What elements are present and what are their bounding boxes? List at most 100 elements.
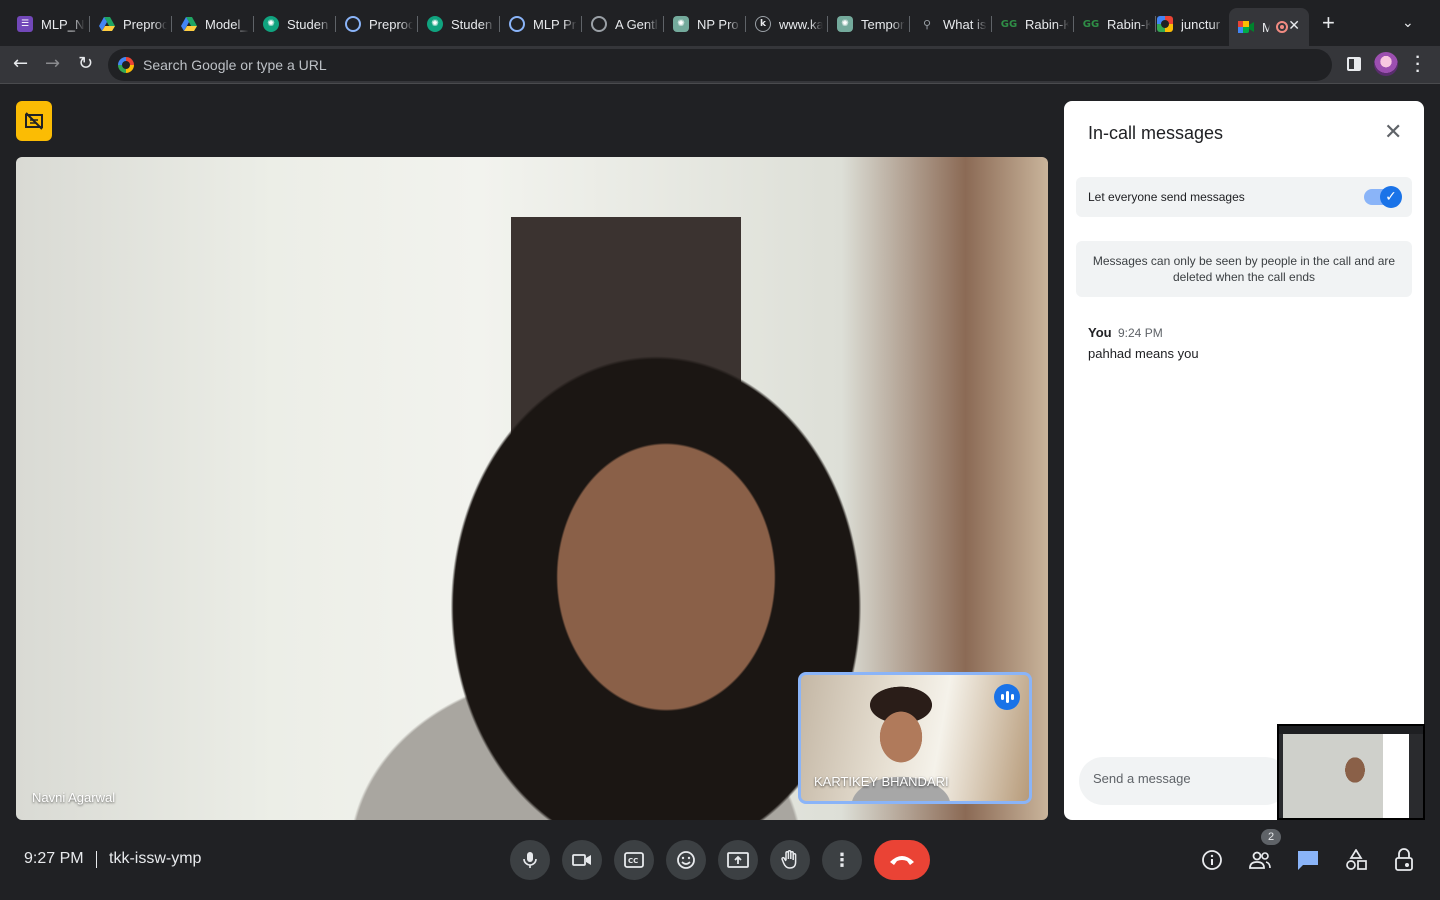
message-text: pahhad means you <box>1088 346 1199 361</box>
browser-toolbar: ← → ↻ Search Google or type a URL · · · <box>0 46 1440 84</box>
browser-tab-active[interactable]: M ✕ <box>1229 8 1309 46</box>
let-everyone-send-setting: Let everyone send messages ✓ <box>1076 177 1412 217</box>
browser-tab[interactable]: Model_ <box>172 8 254 40</box>
messages-toggle[interactable]: ✓ <box>1364 186 1402 208</box>
drive-icon <box>181 16 197 32</box>
screen-share-thumbnail[interactable] <box>1277 724 1425 820</box>
address-bar[interactable]: Search Google or type a URL <box>108 49 1332 81</box>
gfg-icon: GG <box>1000 18 1018 30</box>
reload-button[interactable]: ↻ <box>78 53 93 74</box>
hang-up-icon <box>890 856 914 865</box>
browser-tab[interactable]: ✺ Studen <box>418 8 500 40</box>
openai-icon: ✺ <box>427 16 443 32</box>
gfg-icon: GG <box>1082 18 1100 30</box>
new-tab-button[interactable]: + <box>1322 12 1335 34</box>
tab-title: www.ka <box>779 16 823 32</box>
browser-menu-icon[interactable]: · · · <box>1412 50 1424 80</box>
people-count-badge: 2 <box>1261 829 1281 845</box>
raise-hand-button[interactable] <box>770 840 810 880</box>
message-time: 9:24 PM <box>1118 326 1163 340</box>
browser-tab[interactable]: A Gentl <box>582 8 664 40</box>
activities-button[interactable] <box>1344 848 1368 872</box>
meet-icon <box>1238 19 1254 35</box>
browser-tab[interactable]: GG Rabin-K <box>992 8 1074 40</box>
openai-icon: ✺ <box>837 16 853 32</box>
browser-tab[interactable]: ✺ Studen <box>254 8 336 40</box>
microphone-button[interactable] <box>510 840 550 880</box>
present-screen-button[interactable] <box>718 840 758 880</box>
captions-icon: CC <box>624 852 644 868</box>
camera-button[interactable] <box>562 840 602 880</box>
tab-title: MLP Pr <box>533 16 577 32</box>
tab-title: MLP_N <box>41 16 85 32</box>
tab-title: Tempor <box>861 16 905 32</box>
more-options-button[interactable]: ⋮ <box>822 840 862 880</box>
k-icon: k <box>755 16 771 32</box>
tab-title: What is <box>943 16 987 32</box>
captions-button[interactable]: CC <box>614 840 654 880</box>
browser-tab[interactable]: ☰ MLP_N <box>8 8 90 40</box>
tab-title: Rabin-K <box>1025 16 1069 32</box>
panel-title: In-call messages <box>1088 123 1224 143</box>
check-icon: ✓ <box>1380 186 1402 208</box>
tab-title: junctur <box>1181 16 1221 32</box>
message-input[interactable] <box>1093 771 1273 786</box>
microphone-icon <box>523 852 537 868</box>
tab-title: NP Pro <box>697 16 739 32</box>
people-button[interactable] <box>1248 848 1272 872</box>
gear-site-icon <box>591 16 607 32</box>
info-icon <box>1202 850 1222 870</box>
tab-title: Rabin-K <box>1107 16 1151 32</box>
present-icon <box>727 852 749 868</box>
tab-title: M <box>1262 19 1270 35</box>
tab-strip: ☰ MLP_N Preproc Model_ ✺ Studen Preproc … <box>0 0 1440 46</box>
browser-tab[interactable]: Preproc <box>90 8 172 40</box>
gear-site-icon <box>509 16 525 32</box>
forward-button[interactable]: → <box>45 53 60 74</box>
host-controls-button[interactable] <box>1392 848 1416 872</box>
chat-button[interactable] <box>1296 848 1320 872</box>
openai-icon: ✺ <box>673 16 689 32</box>
meeting-details-button[interactable] <box>1200 848 1224 872</box>
tab-title: Preproc <box>123 16 167 32</box>
browser-tab[interactable]: ✺ Tempor <box>828 8 910 40</box>
browser-tab[interactable]: ⚲ What is <box>910 8 992 40</box>
browser-tab[interactable]: GG Rabin-K <box>1074 8 1156 40</box>
google-icon <box>1157 16 1173 32</box>
leave-call-button[interactable] <box>874 840 930 880</box>
tab-title: Preproc <box>369 16 413 32</box>
close-icon[interactable]: ✕ <box>1384 122 1402 144</box>
tab-title: Studen <box>287 16 329 32</box>
meeting-clock: 9:27 PM <box>24 850 84 867</box>
tab-title: Studen <box>451 16 493 32</box>
activities-icon <box>1346 849 1367 870</box>
emoji-button[interactable] <box>666 840 706 880</box>
more-vert-icon: ⋮ <box>833 849 851 871</box>
browser-tab[interactable]: k www.ka <box>746 8 828 40</box>
pip-participant-name: KARTIKEY BHANDARI <box>814 774 949 789</box>
meeting-code: tkk-issw-ymp <box>109 850 202 867</box>
browser-tab[interactable]: ✺ NP Pro <box>664 8 746 40</box>
privacy-info: Messages can only be seen by people in t… <box>1076 241 1412 297</box>
setting-label: Let everyone send messages <box>1088 190 1245 204</box>
profile-avatar[interactable] <box>1374 52 1398 76</box>
browser-tab[interactable]: MLP Pr <box>500 8 582 40</box>
forms-icon: ☰ <box>17 16 33 32</box>
camera-icon <box>572 854 591 866</box>
video-off-notice-icon[interactable] <box>16 101 52 141</box>
side-panel-icon[interactable] <box>1347 57 1361 71</box>
address-placeholder: Search Google or type a URL <box>143 57 327 73</box>
close-tab-icon[interactable]: ✕ <box>1288 17 1300 34</box>
back-button[interactable]: ← <box>13 53 28 74</box>
message-sender: You <box>1088 325 1112 340</box>
divider <box>96 851 97 868</box>
message-input-container[interactable] <box>1079 757 1289 805</box>
bike-icon: ⚲ <box>922 17 932 31</box>
openai-icon: ✺ <box>263 16 279 32</box>
browser-tab[interactable]: junctur <box>1148 8 1230 40</box>
chevron-down-icon[interactable]: ⌄ <box>1402 14 1414 31</box>
speaking-indicator-icon <box>994 684 1020 710</box>
emoji-icon <box>677 851 695 869</box>
browser-tab[interactable]: Preproc <box>336 8 418 40</box>
tab-title: Model_ <box>205 16 248 32</box>
